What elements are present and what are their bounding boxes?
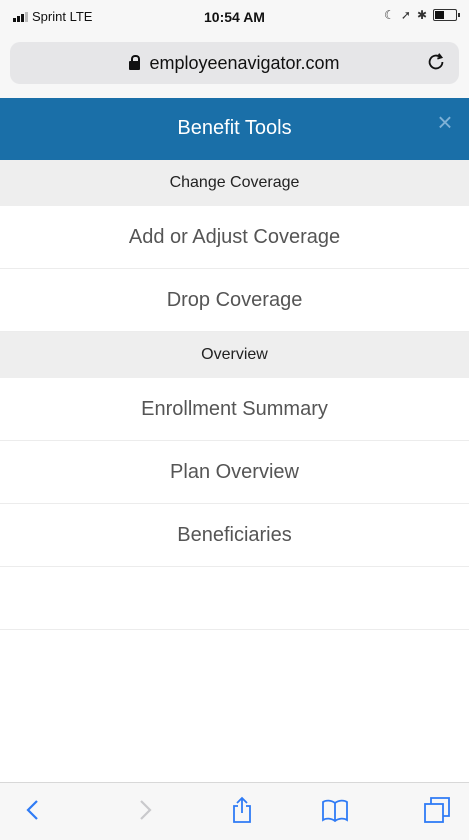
menu-item-beneficiaries[interactable]: Beneficiaries	[0, 504, 469, 567]
empty-menu-row	[0, 567, 469, 630]
tabs-icon[interactable]	[422, 795, 452, 825]
menu-item-enrollment-summary[interactable]: Enrollment Summary	[0, 378, 469, 441]
menu-item-drop-coverage[interactable]: Drop Coverage	[0, 269, 469, 332]
bookmarks-icon[interactable]	[320, 795, 350, 825]
address-bar[interactable]: employeenavigator.com	[10, 42, 459, 84]
menu-item-add-or-adjust-coverage[interactable]: Add or Adjust Coverage	[0, 206, 469, 269]
back-icon[interactable]	[18, 795, 48, 825]
section-header-change-coverage: Change Coverage	[0, 160, 469, 206]
bluetooth-icon: ✱	[416, 8, 427, 22]
menu-item-plan-overview[interactable]: Plan Overview	[0, 441, 469, 504]
battery-icon	[433, 9, 460, 21]
benefit-tools-header: Benefit Tools ×	[0, 98, 469, 160]
lock-icon	[129, 55, 141, 70]
page-title: Benefit Tools	[177, 117, 292, 139]
forward-icon[interactable]	[130, 795, 160, 825]
section-header-overview: Overview	[0, 332, 469, 378]
reload-icon[interactable]	[425, 51, 447, 73]
browser-address-area: employeenavigator.com	[0, 36, 469, 98]
status-bar: Sprint LTE 10:54 AM ☾ ➚ ✱	[0, 0, 469, 36]
benefit-tools-menu: Change Coverage Add or Adjust Coverage D…	[0, 160, 469, 630]
moon-icon: ☾	[384, 8, 395, 22]
close-icon[interactable]: ×	[435, 109, 455, 135]
url-domain: employeenavigator.com	[149, 53, 340, 73]
browser-toolbar	[0, 782, 469, 840]
share-icon[interactable]	[227, 795, 257, 825]
address-text[interactable]: employeenavigator.com	[10, 53, 459, 74]
location-icon: ➚	[400, 8, 411, 22]
status-icons: ☾ ➚ ✱	[384, 8, 460, 22]
